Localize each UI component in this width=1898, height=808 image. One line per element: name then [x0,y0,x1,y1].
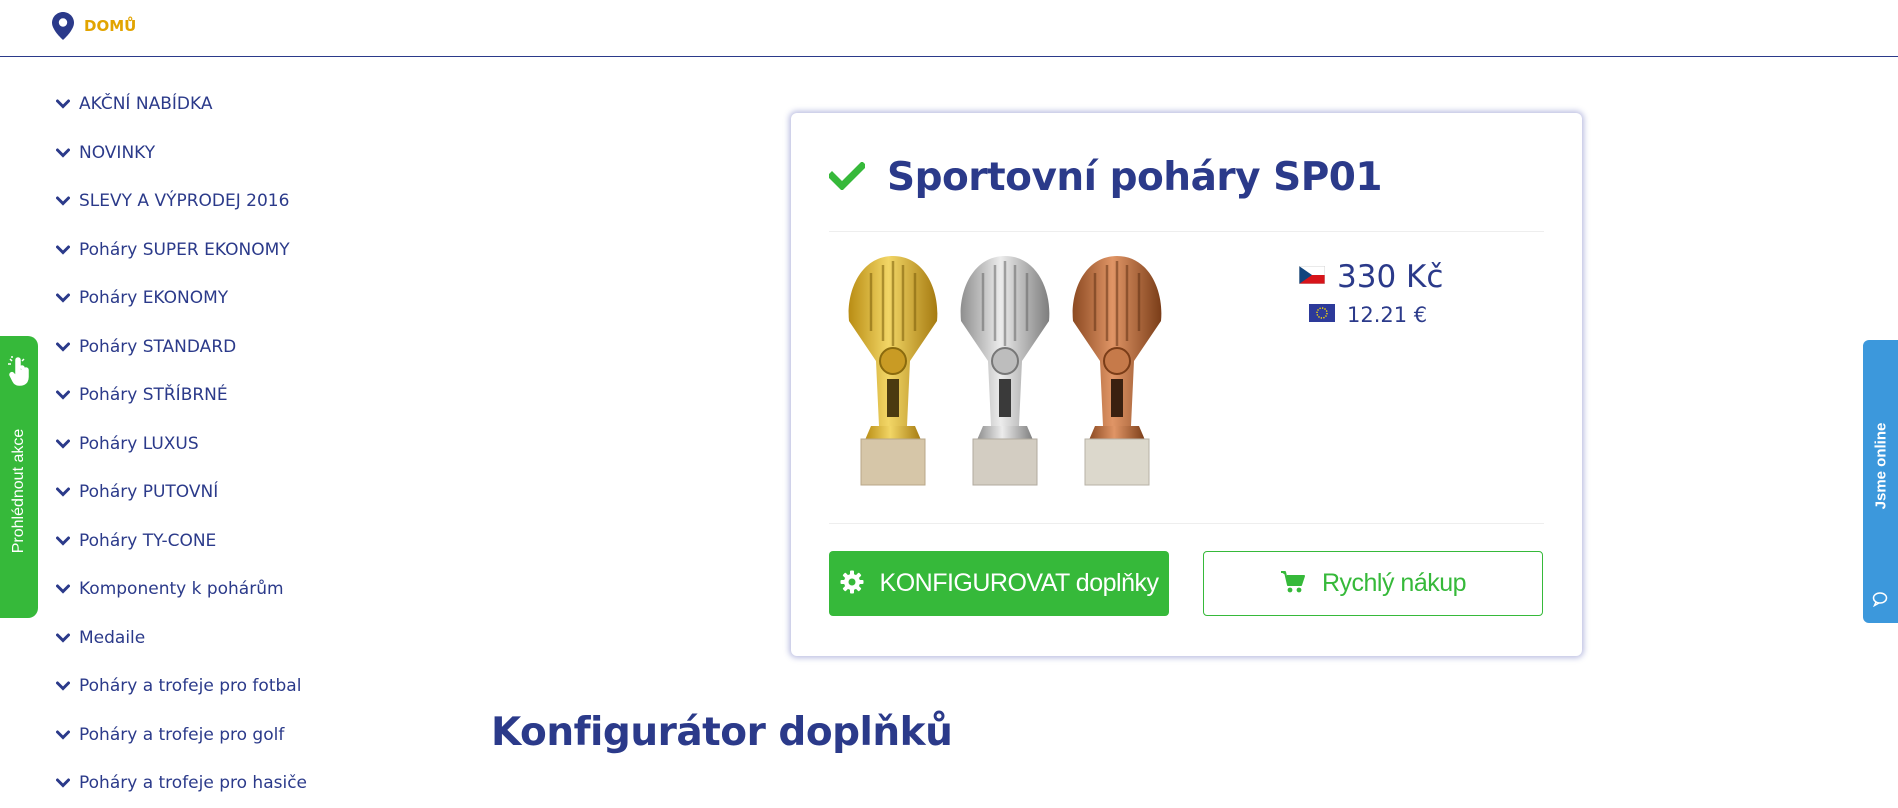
chevron-down-icon [56,97,70,111]
sidebar-item-fotbal[interactable]: Poháry a trofeje pro fotbal [56,662,396,711]
sidebar-item-akcni-nabidka[interactable]: AKČNÍ NABÍDKA [56,80,396,129]
gear-icon [840,570,864,598]
chevron-down-icon [56,388,70,402]
sidebar-item-slevy[interactable]: SLEVY A VÝPRODEJ 2016 [56,177,396,226]
chevron-down-icon [56,679,70,693]
product-title: Sportovní poháry SP01 [887,155,1383,200]
chat-icon [1872,591,1888,611]
online-chat-label: Jsme online [1872,422,1890,510]
browse-offers-label: Prohlédnout akce [10,428,27,554]
cart-icon [1280,570,1306,598]
chevron-down-icon [56,534,70,548]
sidebar-item-label: SLEVY A VÝPRODEJ 2016 [79,191,290,212]
quick-buy-button[interactable]: Rychlý nákup [1203,551,1543,616]
configure-addons-button[interactable]: KONFIGUROVAT doplňky [829,551,1169,616]
product-card: Sportovní poháry SP01 330 Kč 12.21 € KON… [791,113,1582,656]
quick-buy-label: Rychlý nákup [1321,569,1467,597]
chevron-down-icon [56,243,70,257]
chevron-down-icon [56,340,70,354]
browse-offers-tab[interactable]: Prohlédnout akce [0,336,38,618]
chevron-down-icon [56,291,70,305]
sidebar-item-label: Poháry STŘÍBRNÉ [79,385,228,406]
sidebar-item-luxus[interactable]: Poháry LUXUS [56,420,396,469]
configure-addons-label: KONFIGUROVAT doplňky [879,569,1159,597]
sidebar-item-standard[interactable]: Poháry STANDARD [56,323,396,372]
sidebar-item-medaile[interactable]: Medaile [56,614,396,663]
sidebar-item-label: Poháry LUXUS [79,433,199,454]
sidebar-item-label: Poháry a trofeje pro fotbal [79,676,302,697]
sidebar-item-label: Komponenty k pohárům [79,579,284,600]
sidebar-item-label: Poháry PUTOVNÍ [79,482,219,503]
sidebar-item-super-ekonomy[interactable]: Poháry SUPER EKONOMY [56,226,396,275]
sidebar-item-komponenty[interactable]: Komponenty k pohárům [56,565,396,614]
chevron-down-icon [56,437,70,451]
sidebar-item-label: Poháry SUPER EKONOMY [79,239,290,260]
sidebar-item-stribrne[interactable]: Poháry STŘÍBRNÉ [56,371,396,420]
chevron-down-icon [56,194,70,208]
sidebar-item-golf[interactable]: Poháry a trofeje pro golf [56,711,396,760]
online-chat-tab[interactable]: Jsme online [1863,340,1898,623]
czech-flag-icon [1298,265,1326,288]
sidebar-item-putovni[interactable]: Poháry PUTOVNÍ [56,468,396,517]
sidebar-item-label: Poháry TY-CONE [79,530,217,551]
divider [829,523,1544,524]
breadcrumb-home-link[interactable]: DOMŮ [84,17,136,35]
sidebar-item-ty-cone[interactable]: Poháry TY-CONE [56,517,396,566]
sidebar-item-label: AKČNÍ NABÍDKA [79,94,213,115]
sidebar-item-label: Medaile [79,627,146,648]
divider [829,231,1544,232]
price-czk-row: 330 Kč [1298,259,1444,295]
chevron-down-icon [56,631,70,645]
sidebar-item-hasice[interactable]: Poháry a trofeje pro hasiče [56,759,396,808]
sidebar-item-novinky[interactable]: NOVINKY [56,129,396,178]
category-sidebar: AKČNÍ NABÍDKA NOVINKY SLEVY A VÝPRODEJ 2… [56,80,396,808]
chevron-down-icon [56,776,70,790]
map-pin-icon [52,12,74,40]
breadcrumb: DOMŮ [52,12,136,40]
chevron-down-icon [56,582,70,596]
sidebar-item-label: Poháry EKONOMY [79,288,229,309]
sidebar-item-label: Poháry STANDARD [79,336,237,357]
chevron-down-icon [56,146,70,160]
sidebar-item-label: Poháry a trofeje pro golf [79,724,285,745]
check-icon [827,160,867,194]
chevron-down-icon [56,485,70,499]
sidebar-item-label: Poháry a trofeje pro hasiče [79,773,308,794]
hand-pointer-icon [7,356,31,390]
chevron-down-icon [56,728,70,742]
price-eur-row: 12.21 € [1309,303,1427,327]
sidebar-item-label: NOVINKY [79,142,156,163]
top-bar: DOMŮ [0,0,1898,57]
configurator-heading: Konfigurátor doplňků [491,710,953,755]
product-image [841,251,1181,491]
eu-flag-icon [1309,304,1335,326]
product-title-row: Sportovní poháry SP01 [827,155,1383,200]
sidebar-item-ekonomy[interactable]: Poháry EKONOMY [56,274,396,323]
price-eur: 12.21 € [1347,303,1428,327]
price-czk: 330 Kč [1337,259,1444,295]
